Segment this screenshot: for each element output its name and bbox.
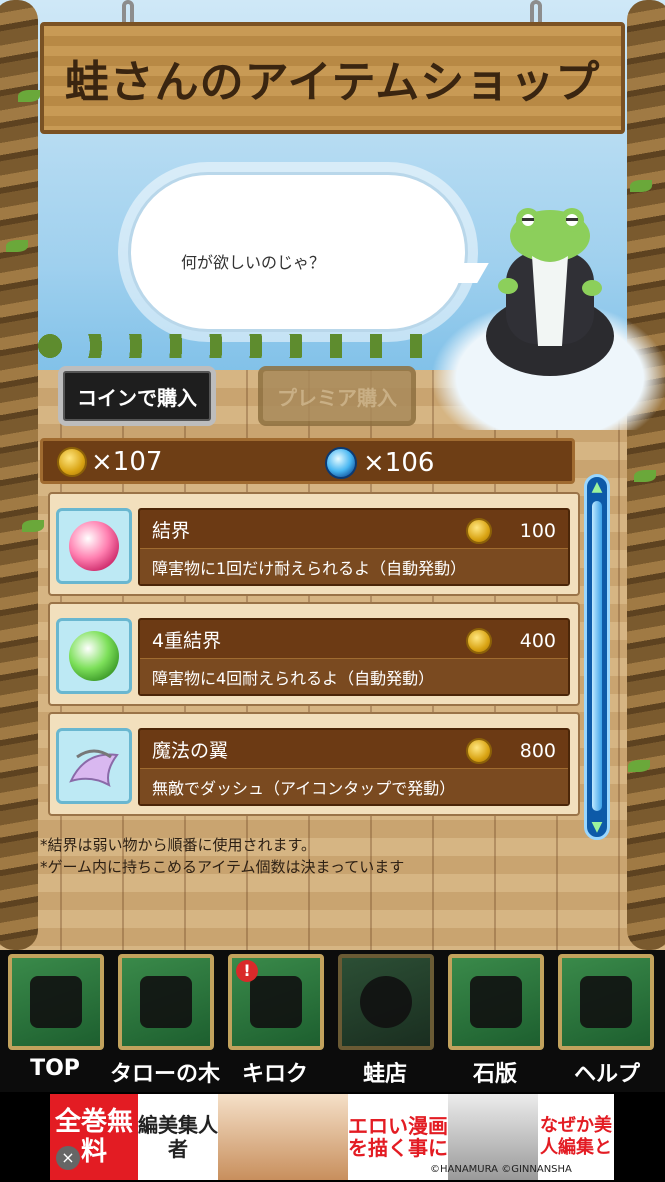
item-desc-bar: 障害物に1回だけ耐えられるよ（自動発動） xyxy=(140,548,568,584)
item-price: 400 xyxy=(465,628,556,654)
leaf-garland xyxy=(30,334,440,358)
coin-purchase-button[interactable]: コインで購入 xyxy=(58,366,216,426)
sprout-icon xyxy=(140,976,192,1028)
gem-icon xyxy=(325,447,357,479)
stone-tablet-icon xyxy=(470,976,522,1028)
left-vine xyxy=(0,0,38,950)
nav-record-button[interactable]: ! xyxy=(228,954,324,1050)
item-description: 障害物に1回だけ耐えられるよ（自動発動） xyxy=(152,559,467,578)
scrollbar[interactable]: ▲ ▼ xyxy=(584,474,610,840)
nav-label: ヘルプ xyxy=(573,1062,640,1087)
dialog-text: 何が欲しいのじゃ？ xyxy=(181,253,326,272)
nav-tablet-button[interactable] xyxy=(448,954,544,1050)
coin-count: ×107 xyxy=(91,447,163,477)
item-price-value: 400 xyxy=(519,630,556,652)
nav-frog-shop-button[interactable] xyxy=(338,954,434,1050)
green-orb-icon xyxy=(56,618,132,694)
ad-character-image xyxy=(218,1094,348,1180)
note-line: *ゲーム内に持ちこめるアイテム個数は決まっています xyxy=(40,858,405,876)
frog-coin-icon xyxy=(360,976,412,1028)
ad-banner[interactable]: 全巻無料 編美集人者 エロい漫画を描く事に なぜか美人編集と ©HANAMURA… xyxy=(0,1092,665,1182)
nav-label: キロク xyxy=(241,1062,308,1087)
item-price: 100 xyxy=(465,518,556,544)
pink-orb-icon xyxy=(56,508,132,584)
coin-icon xyxy=(465,628,492,654)
item-price: 800 xyxy=(465,738,556,764)
item-body: 結界 100 障害物に1回だけ耐えられるよ（自動発動） xyxy=(138,508,570,586)
item-name: 4重結界 xyxy=(152,630,222,652)
gem-count: ×106 xyxy=(363,448,435,478)
premium-purchase-button[interactable]: プレミア購入 xyxy=(258,366,416,426)
leaf-icon xyxy=(628,760,650,772)
coin-purchase-label: コインで購入 xyxy=(77,385,197,410)
close-icon[interactable]: × xyxy=(56,1146,80,1170)
ad-credit: ©HANAMURA ©GINNANSHA xyxy=(430,1164,572,1175)
nav-label: TOP xyxy=(30,1056,80,1081)
nav-label: 蛙店 xyxy=(362,1062,407,1087)
item-name: 魔法の翼 xyxy=(152,740,229,762)
item-price-value: 100 xyxy=(519,520,556,542)
item-price-value: 800 xyxy=(519,740,556,762)
item-desc-bar: 障害物に4回耐えられるよ（自動発動） xyxy=(140,658,568,694)
item-body: 魔法の翼 800 無敵でダッシュ（アイコンタップで発動） xyxy=(138,728,570,806)
nav-label: 石版 xyxy=(472,1062,517,1087)
shop-sign: 蛙さんのアイテムショップ xyxy=(40,22,625,134)
item-body: 4重結界 400 障害物に4回耐えられるよ（自動発動） xyxy=(138,618,570,696)
item-description: 無敵でダッシュ（アイコンタップで発動） xyxy=(152,779,456,798)
list-item[interactable]: 魔法の翼 800 無敵でダッシュ（アイコンタップで発動） xyxy=(48,712,580,816)
alert-badge-icon: ! xyxy=(236,960,258,982)
nav-help-button[interactable] xyxy=(558,954,654,1050)
coin-icon xyxy=(57,447,87,477)
bottom-nav: TOP タローの木 ! キロク 蛙店 石版 ヘルプ xyxy=(0,950,665,1092)
running-figure-icon xyxy=(30,976,82,1028)
note-line: *結界は弱い物から順番に使用されます。 xyxy=(40,836,317,854)
leaf-icon xyxy=(18,90,40,102)
coin-balance: ×107 xyxy=(57,447,162,477)
list-item[interactable]: 結界 100 障害物に1回だけ耐えられるよ（自動発動） xyxy=(48,492,580,596)
coin-icon xyxy=(465,518,492,544)
coin-icon xyxy=(465,738,492,764)
pink-orb xyxy=(69,521,119,571)
wing-tiara xyxy=(69,749,119,788)
item-description: 障害物に4回耐えられるよ（自動発動） xyxy=(152,669,435,688)
leaf-icon xyxy=(6,240,28,252)
nav-top-button[interactable] xyxy=(8,954,104,1050)
shop-scene: 蛙さんのアイテムショップ 何が欲しいのじゃ？ コインで購入 プレミア購入 ×10… xyxy=(0,0,665,950)
shop-title: 蛙さんのアイテムショップ xyxy=(64,57,601,108)
question-mark-icon xyxy=(580,976,632,1028)
leaf-icon xyxy=(634,470,656,482)
leaf-icon xyxy=(630,180,652,192)
scroll-up-icon[interactable]: ▲ xyxy=(589,479,605,495)
list-item[interactable]: 4重結界 400 障害物に4回耐えられるよ（自動発動） xyxy=(48,602,580,706)
scroll-thumb[interactable] xyxy=(592,501,602,811)
nav-label: タローの木 xyxy=(110,1062,221,1087)
gem-balance: ×106 xyxy=(325,447,434,479)
speech-bubble: 何が欲しいのじゃ？ xyxy=(128,172,489,332)
scroll-icon xyxy=(250,976,302,1028)
wing-tiara-icon xyxy=(56,728,132,804)
ad-editor-label: 編美集人者 xyxy=(138,1113,218,1161)
green-orb xyxy=(69,631,119,681)
item-name: 結界 xyxy=(152,520,191,542)
item-list: 結界 100 障害物に1回だけ耐えられるよ（自動発動） 4重結界 400 障害物… xyxy=(48,492,580,822)
frog-shopkeeper xyxy=(486,208,614,376)
leaf-icon xyxy=(22,520,44,532)
item-desc-bar: 無敵でダッシュ（アイコンタップで発動） xyxy=(140,768,568,804)
scroll-down-icon[interactable]: ▼ xyxy=(589,819,605,835)
notes: *結界は弱い物から順番に使用されます。 *ゲーム内に持ちこめるアイテム個数は決ま… xyxy=(40,834,404,878)
nav-tree-button[interactable] xyxy=(118,954,214,1050)
currency-bar: ×107 ×106 xyxy=(40,438,575,484)
premium-purchase-label: プレミア購入 xyxy=(277,385,397,410)
